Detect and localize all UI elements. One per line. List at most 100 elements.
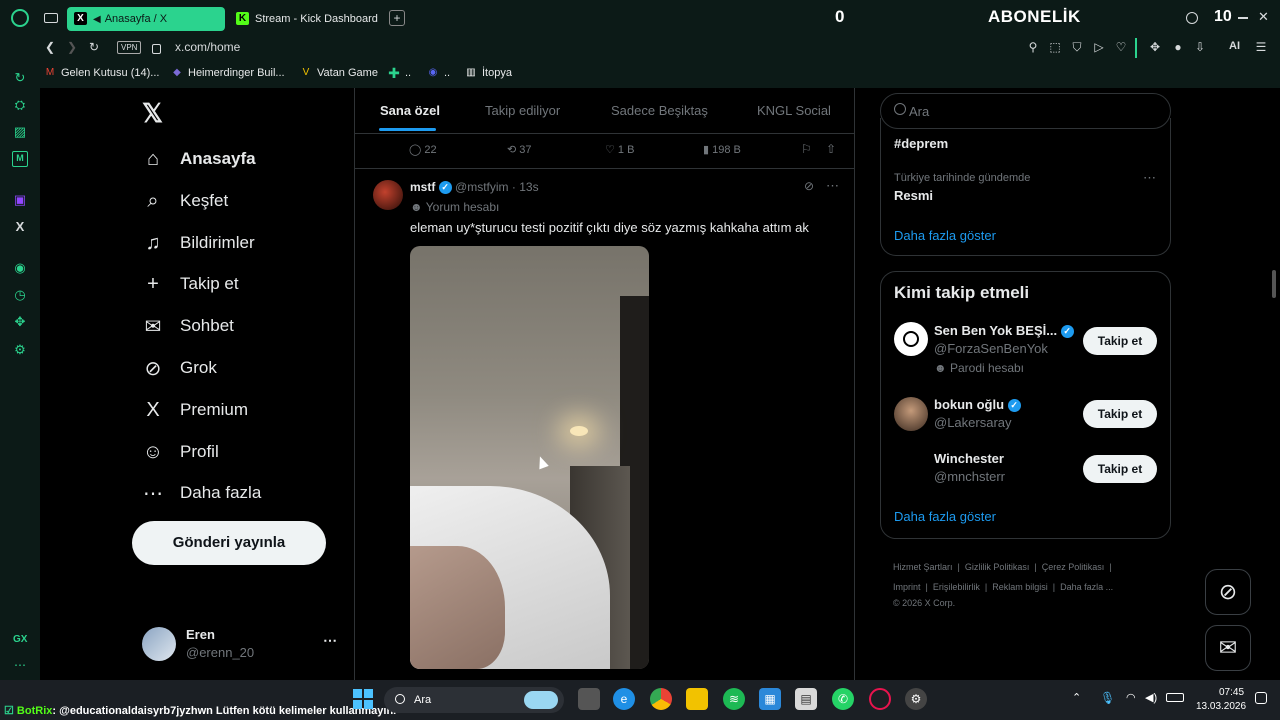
bookmark-vatan-game[interactable]: V Vatan Game bbox=[300, 67, 378, 79]
chrome-icon[interactable] bbox=[650, 688, 672, 710]
clock-date[interactable]: 13.03.2026 bbox=[1196, 701, 1246, 712]
bookmark-itopya[interactable]: ▥ İtopya bbox=[465, 67, 512, 79]
settings-icon[interactable]: ⚙ bbox=[12, 342, 28, 358]
notes-icon[interactable]: ▤ bbox=[795, 688, 817, 710]
heart-icon[interactable]: ♡ bbox=[1113, 39, 1129, 55]
extensions-sidebar-icon[interactable]: ✥ bbox=[12, 314, 28, 330]
url-field[interactable]: x.com/home bbox=[175, 40, 240, 54]
ai-button[interactable]: AI bbox=[1229, 40, 1240, 52]
suggested-name-3[interactable]: Winchester bbox=[934, 451, 1004, 466]
reload-icon[interactable]: ↻ bbox=[86, 39, 102, 55]
x-sidebar-icon[interactable]: X bbox=[12, 219, 28, 235]
close-window-icon[interactable]: ✕ bbox=[1258, 9, 1269, 25]
post-button[interactable]: Gönderi yayınla bbox=[132, 521, 326, 565]
gx-control-icon[interactable]: ⛭ bbox=[12, 97, 28, 113]
snapshot-icon[interactable]: ⬚ bbox=[1047, 39, 1063, 55]
show-more-trends[interactable]: Daha fazla göster bbox=[894, 228, 996, 243]
vpn-badge[interactable]: VPN bbox=[117, 41, 142, 54]
nav-premium[interactable]: X Premium bbox=[140, 390, 248, 430]
show-more-follow[interactable]: Daha fazla göster bbox=[894, 509, 996, 524]
bookmark-heimerdinger[interactable]: ◆ Heimerdinger Buil... bbox=[171, 67, 284, 79]
follow-button-2[interactable]: Takip et bbox=[1083, 400, 1157, 428]
player-sidebar-icon[interactable]: ◉ bbox=[12, 260, 28, 276]
bookmark-discord[interactable]: ◉.. bbox=[427, 67, 451, 79]
battery-icon[interactable] bbox=[1166, 693, 1184, 702]
tab-takip-ediliyor[interactable]: Takip ediliyor bbox=[485, 88, 560, 133]
nav-anasayfa[interactable]: ⌂ Anasayfa bbox=[140, 139, 256, 179]
start-icon[interactable] bbox=[353, 689, 373, 709]
tab-sadece-besiktas[interactable]: Sadece Beşiktaş bbox=[611, 88, 708, 133]
grok-floating-button[interactable]: ⊘ bbox=[1205, 569, 1251, 615]
download-icon[interactable]: ⇩ bbox=[1192, 39, 1208, 55]
tab-anasayfa[interactable]: X ◀ Anasayfa / X bbox=[67, 7, 225, 31]
account-more-icon[interactable]: ⋯ bbox=[323, 632, 337, 649]
new-tab-button[interactable]: + bbox=[389, 10, 405, 26]
account-icon[interactable]: ● bbox=[1170, 39, 1186, 55]
messenger-icon[interactable]: M bbox=[12, 151, 28, 167]
grok-post-icon[interactable]: ⊘ bbox=[804, 179, 814, 193]
share-icon[interactable]: ⇧ bbox=[826, 142, 836, 156]
more-sidebar-icon[interactable]: ⋯ bbox=[14, 658, 26, 672]
repost-action[interactable]: ⟲ 37 bbox=[507, 143, 532, 156]
extensions-icon[interactable]: ✥ bbox=[1147, 39, 1163, 55]
history-icon[interactable]: ◷ bbox=[12, 287, 28, 303]
suggested-avatar-2[interactable] bbox=[894, 397, 928, 431]
wifi-icon[interactable]: ◠ bbox=[1126, 691, 1136, 704]
nav-sohbet[interactable]: ✉ Sohbet bbox=[140, 306, 234, 346]
nav-takip-et[interactable]: + Takip et bbox=[140, 264, 238, 304]
tab-switcher-icon[interactable] bbox=[44, 13, 58, 23]
trend-resmi[interactable]: Resmi bbox=[894, 188, 933, 203]
post-avatar[interactable] bbox=[373, 180, 403, 210]
bookmark-icon[interactable]: ⚐ bbox=[801, 142, 812, 156]
minimize-icon[interactable] bbox=[1238, 17, 1248, 19]
like-action[interactable]: ♡ 1 B bbox=[605, 143, 634, 156]
opera-gx-icon[interactable] bbox=[869, 688, 891, 710]
twitch-icon[interactable]: ▣ bbox=[12, 192, 28, 208]
store-icon[interactable]: ▦ bbox=[759, 688, 781, 710]
menu-icon[interactable]: ☰ bbox=[1253, 39, 1269, 55]
nav-daha-fazla[interactable]: ⋯ Daha fazla bbox=[140, 473, 261, 513]
volume-icon[interactable]: ◀) bbox=[1145, 691, 1157, 704]
microphone-icon[interactable]: 🎙 bbox=[1100, 691, 1115, 705]
clock-time[interactable]: 07:45 bbox=[1219, 687, 1244, 698]
post-video[interactable] bbox=[410, 246, 649, 669]
follow-button-1[interactable]: Takip et bbox=[1083, 327, 1157, 355]
forward-icon[interactable]: ❯ bbox=[64, 39, 80, 55]
suggested-name-2[interactable]: bokun oğlu ✓ bbox=[934, 397, 1021, 413]
messages-floating-button[interactable]: ✉ bbox=[1205, 625, 1251, 671]
tab-kngl-social[interactable]: KNGL Social bbox=[757, 88, 831, 133]
nav-kesfet[interactable]: ⌕ Keşfet bbox=[140, 181, 228, 221]
nav-grok[interactable]: ⊘ Grok bbox=[140, 348, 217, 388]
views-action[interactable]: ▮ 198 B bbox=[703, 143, 741, 156]
back-icon[interactable]: ❮ bbox=[42, 39, 58, 55]
suggested-name-1[interactable]: Sen Ben Yok BEŞİ... ✓ bbox=[934, 323, 1074, 339]
post-author-name[interactable]: mstf bbox=[410, 180, 435, 194]
reply-action[interactable]: ◯ 22 bbox=[409, 143, 437, 156]
tab-sana-ozel[interactable]: Sana özel bbox=[380, 88, 440, 133]
bookmark-pin-icon[interactable]: ⚲ bbox=[1025, 39, 1041, 55]
player-icon[interactable]: ▷ bbox=[1091, 39, 1107, 55]
gx-corner-icon[interactable]: ▨ bbox=[12, 124, 28, 140]
post-time[interactable]: · 13s bbox=[512, 180, 539, 194]
speed-dial-icon[interactable]: ↻ bbox=[12, 70, 28, 86]
nav-profil[interactable]: ☺ Profil bbox=[140, 432, 219, 472]
trend-deprem[interactable]: #deprem bbox=[894, 136, 948, 151]
notification-icon[interactable] bbox=[1255, 692, 1267, 704]
edge-icon[interactable]: e bbox=[613, 688, 635, 710]
page-scrollbar[interactable] bbox=[1272, 270, 1276, 298]
bookmark-plus[interactable]: ✚.. bbox=[388, 66, 411, 80]
spotify-icon[interactable]: ≋ bbox=[723, 688, 745, 710]
shield-icon[interactable]: ⛉ bbox=[1069, 39, 1085, 55]
trend-more-icon[interactable]: ⋯ bbox=[1143, 170, 1156, 186]
post-author-handle[interactable]: @mstfyim bbox=[455, 180, 509, 194]
avatar[interactable] bbox=[142, 627, 176, 661]
post-more-icon[interactable]: ⋯ bbox=[826, 178, 839, 194]
task-view-icon[interactable] bbox=[578, 688, 600, 710]
whatsapp-icon[interactable]: ✆ bbox=[832, 688, 854, 710]
nav-bildirimler[interactable]: ♫ Bildirimler bbox=[140, 223, 255, 263]
steam-icon[interactable]: ⚙ bbox=[905, 688, 927, 710]
tab-kick-dashboard[interactable]: K Stream - Kick Dashboard bbox=[229, 7, 379, 31]
opera-logo-icon[interactable] bbox=[11, 9, 29, 27]
bookmark-gmail[interactable]: M Gelen Kutusu (14)... bbox=[44, 67, 160, 79]
suggested-avatar-1[interactable] bbox=[894, 322, 928, 356]
